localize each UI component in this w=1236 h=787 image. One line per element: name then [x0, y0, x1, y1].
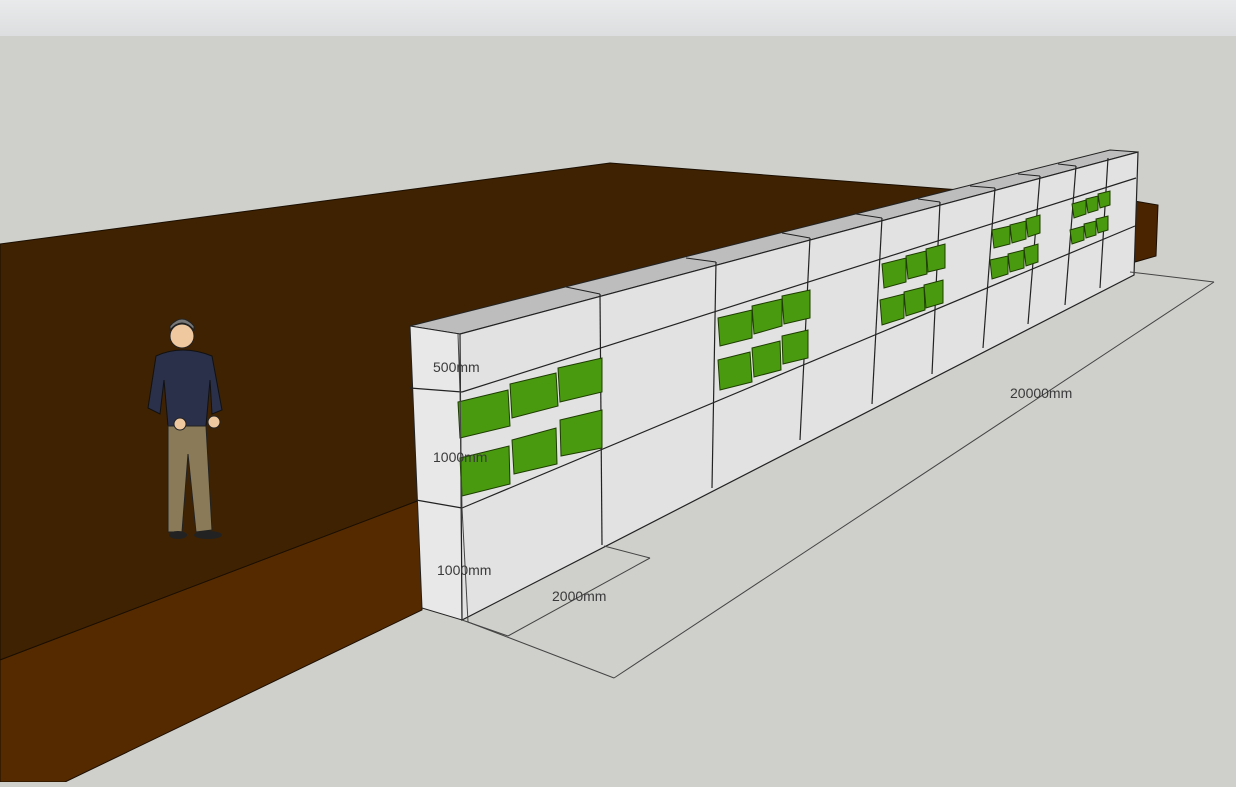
dim-2000mm: 2000mm — [552, 588, 606, 604]
toolbar-strip — [0, 0, 1236, 37]
dim-20000mm: 20000mm — [1010, 385, 1072, 401]
sketchup-window: 500mm 1000mm 1000mm 2000mm 20000mm — [0, 0, 1236, 783]
scene-svg: 500mm 1000mm 1000mm 2000mm 20000mm — [0, 36, 1236, 783]
dim-500mm: 500mm — [433, 359, 480, 375]
dim-1000mm-upper: 1000mm — [433, 449, 487, 465]
dim-1000mm-lower: 1000mm — [437, 562, 491, 578]
model-viewport[interactable]: 500mm 1000mm 1000mm 2000mm 20000mm — [0, 36, 1236, 783]
